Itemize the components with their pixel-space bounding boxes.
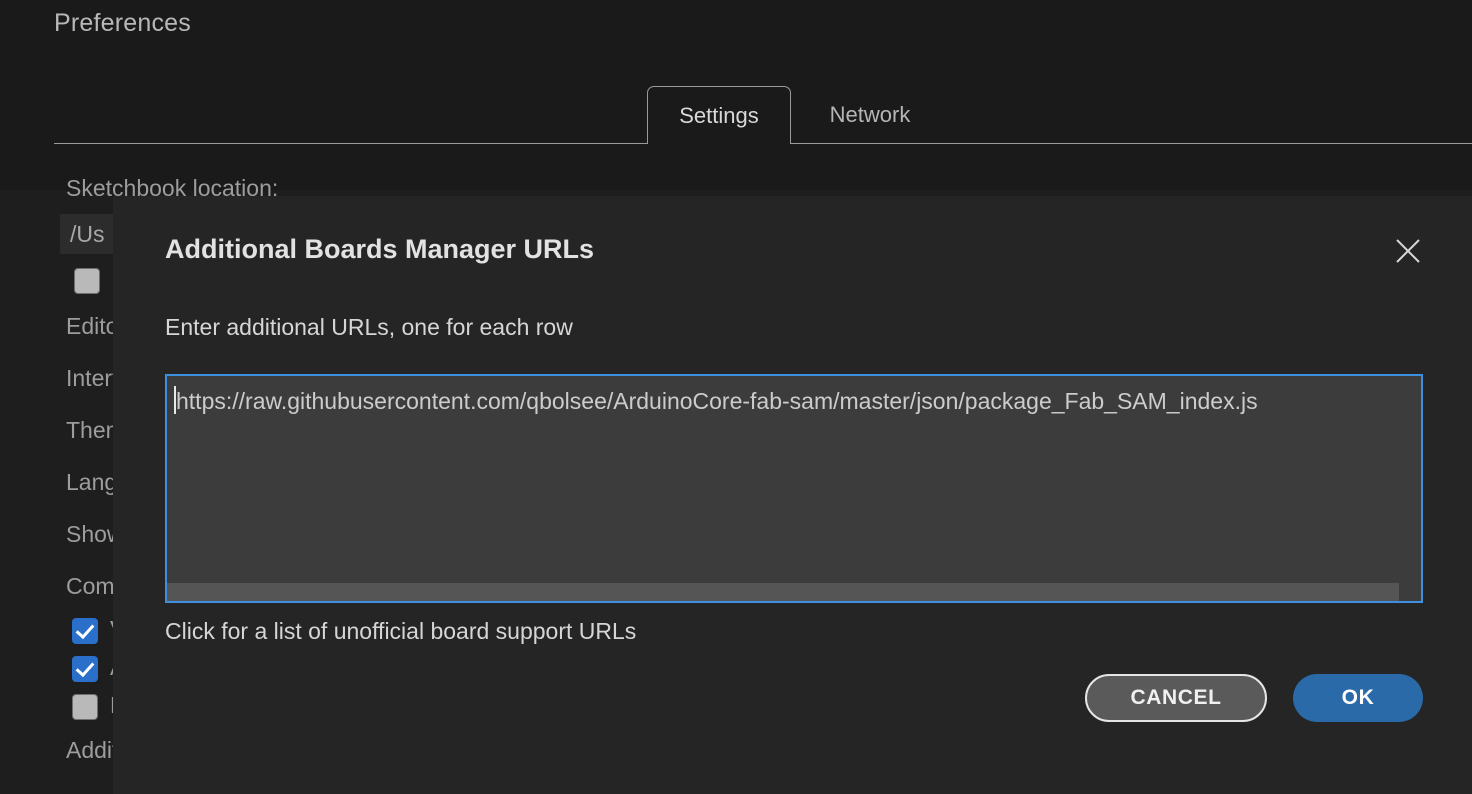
dialog-title: Additional Boards Manager URLs [165,234,595,264]
cancel-button[interactable]: CANCEL [1085,674,1267,722]
tab-bar: Settings Network [0,86,1472,144]
unofficial-board-urls-link[interactable]: Click for a list of unofficial board sup… [165,618,636,645]
tab-network[interactable]: Network [800,86,940,144]
checkbox-auto-save[interactable] [72,656,98,682]
horizontal-scrollbar-thumb[interactable] [167,583,1399,601]
ok-button[interactable]: OK [1293,674,1423,722]
checkbox-editor-quick-suggestions[interactable] [72,694,98,720]
page-title: Preferences [54,9,191,37]
checkbox-verify-code-after-upload[interactable] [72,618,98,644]
tabbar-rule-left [54,143,647,144]
horizontal-scrollbar-track[interactable] [167,583,1421,601]
urls-textarea-value: https://raw.githubusercontent.com/qbolse… [176,388,1258,414]
urls-textarea[interactable]: https://raw.githubusercontent.com/qbolse… [165,374,1423,603]
dialog-subtitle: Enter additional URLs, one for each row [165,314,573,340]
close-icon[interactable] [1391,234,1425,268]
checkbox-show-files-inside-sketches[interactable] [74,268,100,294]
additional-boards-manager-urls-dialog: Additional Boards Manager URLs Enter add… [113,196,1472,794]
tab-settings[interactable]: Settings [647,86,791,144]
app-root: Preferences Settings Network Sketchbook … [0,0,1472,794]
sketchbook-location-value: /Us [70,221,105,247]
